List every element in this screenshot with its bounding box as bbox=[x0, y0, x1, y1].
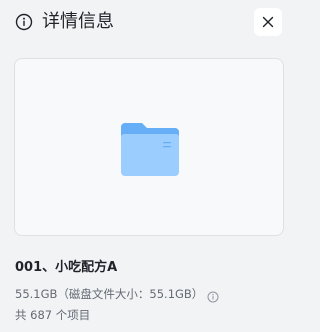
info-icon bbox=[15, 13, 33, 31]
close-button[interactable] bbox=[254, 8, 282, 36]
panel-header: 详情信息 bbox=[0, 0, 300, 44]
item-name: 001、小吃配方A bbox=[15, 260, 118, 275]
item-count: 共 687 个项目 bbox=[15, 308, 91, 322]
folder-icon bbox=[121, 122, 179, 176]
size-info-icon[interactable] bbox=[207, 288, 219, 303]
item-size: 55.1GB（磁盘文件大小：55.1GB） bbox=[15, 287, 204, 301]
size-row: 55.1GB（磁盘文件大小：55.1GB） bbox=[15, 285, 219, 303]
close-icon bbox=[262, 16, 274, 28]
panel-title: 详情信息 bbox=[42, 11, 114, 32]
folder-preview bbox=[14, 58, 284, 236]
